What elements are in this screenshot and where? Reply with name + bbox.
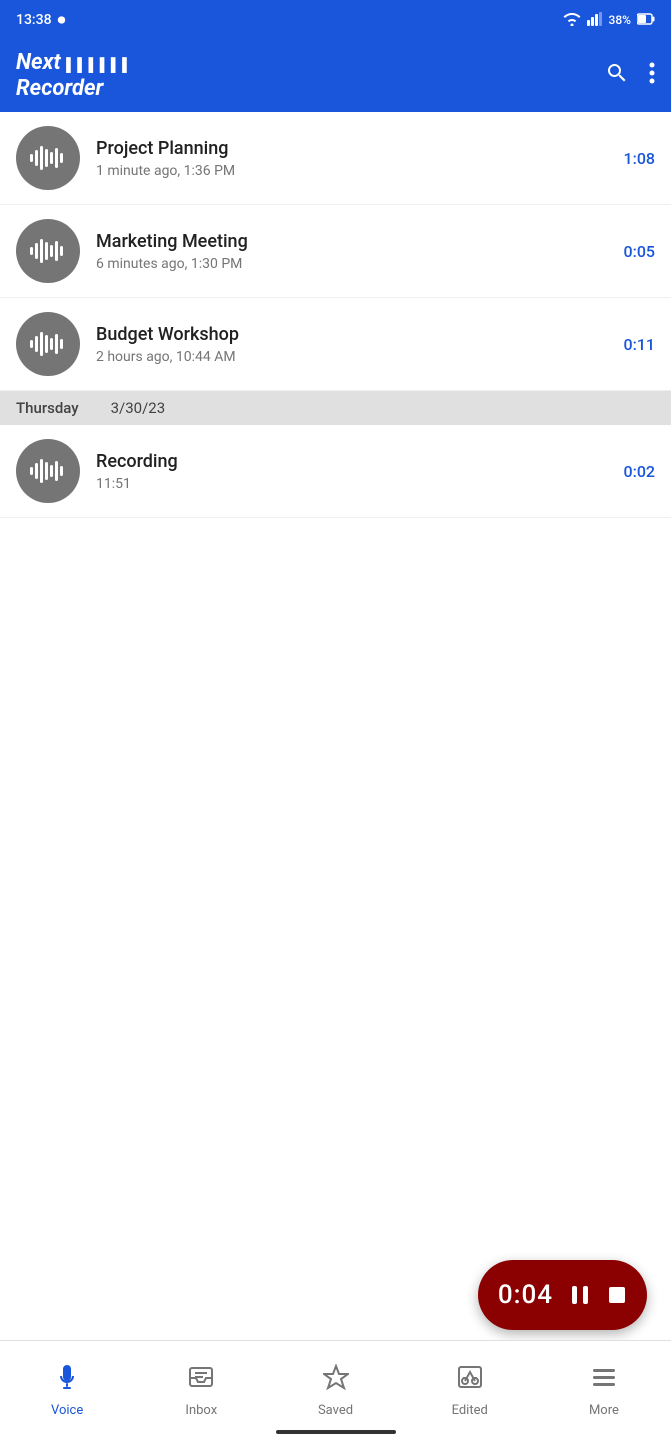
battery-icon: [637, 13, 655, 28]
recording-item[interactable]: Budget Workshop 2 hours ago, 10:44 AM 0:…: [0, 298, 671, 391]
nav-label-more: More: [589, 1403, 619, 1418]
app-title-next: Next: [16, 50, 66, 75]
recording-duration-1: 1:08: [624, 149, 656, 168]
nav-label-voice: Voice: [51, 1403, 83, 1418]
waveform-icon-4: [16, 439, 80, 503]
nav-item-saved[interactable]: Saved: [268, 1364, 402, 1418]
pause-button[interactable]: [569, 1284, 591, 1306]
battery-percent: 38%: [609, 13, 631, 27]
date-day: Thursday: [16, 399, 79, 417]
recording-meta-3: 2 hours ago, 10:44 AM: [96, 349, 616, 365]
waveform-icon-2: [16, 219, 80, 283]
app-title-recorder: Recorder: [16, 76, 103, 101]
nav-item-edited[interactable]: Edited: [403, 1364, 537, 1418]
app-title-bars: ▌▌▌▌▌▌: [66, 58, 133, 73]
nav-label-edited: Edited: [452, 1403, 488, 1418]
nav-label-inbox: Inbox: [185, 1403, 217, 1418]
recording-duration-2: 0:05: [624, 242, 656, 261]
recording-item[interactable]: Recording 11:51 0:02: [0, 425, 671, 518]
recording-info-2: Marketing Meeting 6 minutes ago, 1:30 PM: [96, 231, 616, 272]
bottom-indicator: [276, 1430, 396, 1434]
nav-item-inbox[interactable]: Inbox: [134, 1364, 268, 1418]
bottom-nav: Voice Inbox Saved: [0, 1340, 671, 1440]
recording-meta-4: 11:51: [96, 476, 616, 492]
header-actions: [605, 61, 655, 91]
recording-duration-4: 0:02: [624, 462, 656, 481]
player-pill: 0:04: [478, 1260, 647, 1330]
status-time: 13:38: [16, 12, 52, 28]
microphone-icon: [54, 1364, 80, 1397]
recording-item[interactable]: Project Planning 1 minute ago, 1:36 PM 1…: [0, 112, 671, 205]
status-bar: 13:38 ⏺ 38%: [0, 0, 671, 40]
star-icon: [323, 1364, 349, 1397]
nav-item-more[interactable]: More: [537, 1364, 671, 1418]
nav-label-saved: Saved: [318, 1403, 353, 1418]
hamburger-icon: [591, 1364, 617, 1397]
recording-meta-2: 6 minutes ago, 1:30 PM: [96, 256, 616, 272]
recording-info-1: Project Planning 1 minute ago, 1:36 PM: [96, 138, 616, 179]
recording-item[interactable]: Marketing Meeting 6 minutes ago, 1:30 PM…: [0, 205, 671, 298]
app-header: Next ▌▌▌▌▌▌ Recorder: [0, 40, 671, 112]
app-logo: Next ▌▌▌▌▌▌ Recorder: [16, 50, 133, 103]
scissors-icon: [457, 1364, 483, 1397]
recording-title-1: Project Planning: [96, 138, 616, 159]
recording-info-3: Budget Workshop 2 hours ago, 10:44 AM: [96, 324, 616, 365]
player-time: 0:04: [498, 1280, 553, 1310]
search-icon[interactable]: [605, 61, 629, 91]
recording-info-4: Recording 11:51: [96, 451, 616, 492]
recording-title-4: Recording: [96, 451, 616, 472]
recording-dot-icon: ⏺: [58, 10, 66, 30]
status-icons-area: 38%: [563, 12, 655, 29]
recording-title-3: Budget Workshop: [96, 324, 616, 345]
recording-list: Project Planning 1 minute ago, 1:36 PM 1…: [0, 112, 671, 518]
recording-meta-1: 1 minute ago, 1:36 PM: [96, 163, 616, 179]
waveform-icon-3: [16, 312, 80, 376]
waveform-icon-1: [16, 126, 80, 190]
status-time-area: 13:38 ⏺: [16, 10, 66, 30]
wifi-icon: [563, 12, 581, 29]
stop-button[interactable]: [607, 1285, 627, 1305]
recording-title-2: Marketing Meeting: [96, 231, 616, 252]
date-full: 3/30/23: [111, 399, 166, 417]
more-options-icon[interactable]: [649, 61, 655, 91]
date-separator: Thursday 3/30/23: [0, 391, 671, 425]
nav-item-voice[interactable]: Voice: [0, 1364, 134, 1418]
inbox-icon: [188, 1364, 214, 1397]
signal-icon: [587, 12, 603, 29]
recording-duration-3: 0:11: [624, 335, 656, 354]
